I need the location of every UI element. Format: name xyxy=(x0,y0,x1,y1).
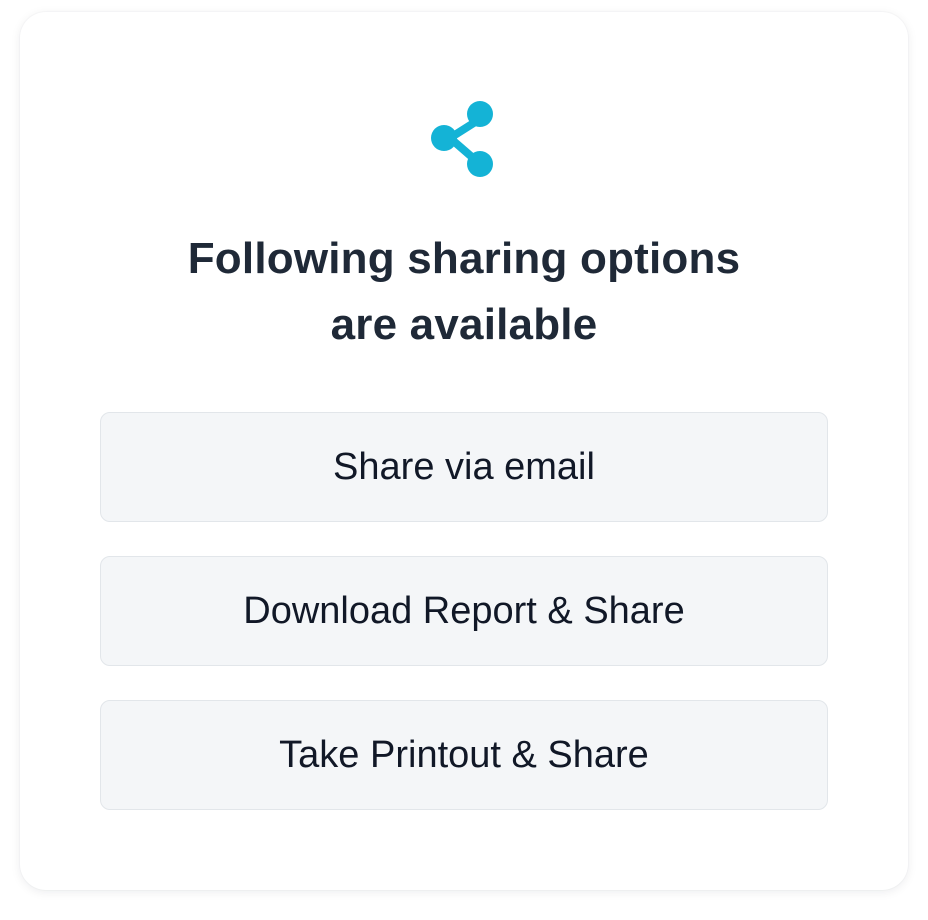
share-via-email-button[interactable]: Share via email xyxy=(100,412,828,522)
sharing-options-list: Share via email Download Report & Share … xyxy=(100,412,828,844)
download-report-share-button[interactable]: Download Report & Share xyxy=(100,556,828,666)
share-icon xyxy=(431,101,493,177)
dialog-title-line-2: are available xyxy=(330,300,598,349)
take-printout-share-button[interactable]: Take Printout & Share xyxy=(100,700,828,810)
dialog-title-line-1: Following sharing options xyxy=(187,234,741,283)
dialog-title: Following sharing options are available xyxy=(100,226,828,358)
share-options-card: Following sharing options are available … xyxy=(20,12,908,890)
